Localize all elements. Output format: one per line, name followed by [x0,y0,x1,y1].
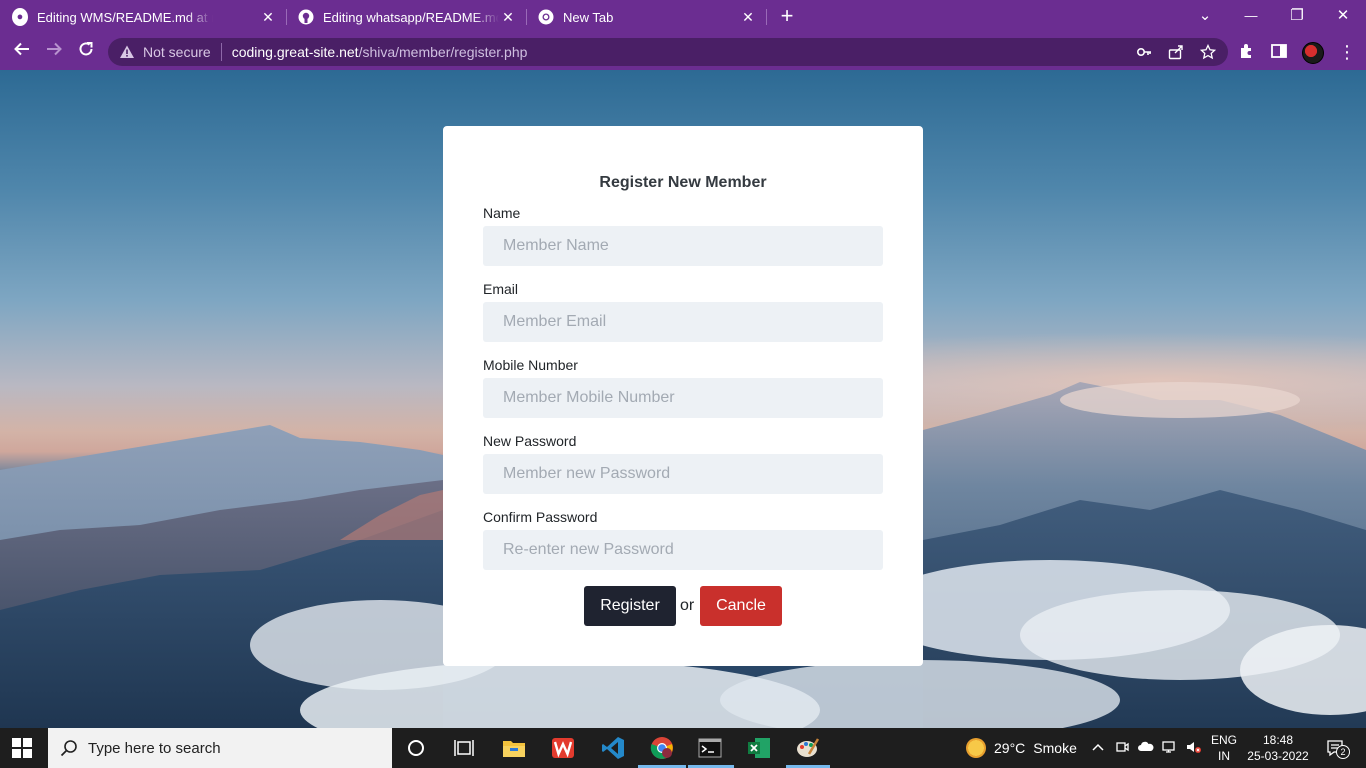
or-separator: or [680,597,695,614]
weather-condition: Smoke [1033,740,1077,756]
confirm-password-input[interactable] [483,530,883,570]
register-card: Register New Member Name Email Mobile Nu… [443,126,923,666]
tab-strip: ● Editing WMS/README.md at main ✕ Editin… [0,0,1366,34]
share-icon[interactable] [1168,44,1184,60]
paint-icon[interactable] [796,736,820,760]
profile-avatar[interactable] [1302,42,1324,64]
forward-arrow-icon [47,42,62,56]
search-placeholder: Type here to search [88,739,221,757]
onedrive-icon[interactable] [1138,740,1154,756]
region-code: IN [1218,749,1230,763]
clock-date: 25-03-2022 [1247,749,1309,763]
name-input[interactable] [483,226,883,266]
tab-wms-readme[interactable]: ● Editing WMS/README.md at main ✕ [0,0,286,34]
windows-taskbar: Type here to search 29°C Smoke ENG IN 18… [0,728,1366,768]
meet-now-icon[interactable] [1114,740,1130,756]
weather-widget[interactable]: 29°C Smoke [966,738,1077,758]
register-button[interactable]: Register [584,586,676,626]
reload-button[interactable] [74,40,98,64]
minimize-button[interactable]: — [1237,4,1265,28]
tab-search-button[interactable]: ⌄ [1191,4,1219,28]
tab-new-tab[interactable]: New Tab ✕ [526,0,766,34]
language-code: ENG [1210,733,1237,747]
notification-count: 2 [1336,745,1350,759]
side-panel-icon[interactable] [1270,42,1290,62]
restore-button[interactable]: ❐ [1283,4,1311,28]
close-tab-icon[interactable]: ✕ [260,9,276,25]
windows-start-icon[interactable] [12,738,34,758]
email-input[interactable] [483,302,883,342]
key-icon[interactable] [1136,44,1152,60]
notification-center-icon[interactable]: 2 [1324,738,1350,759]
network-icon[interactable] [1162,740,1178,756]
mobile-label: Mobile Number [483,357,578,373]
reload-icon [79,42,93,56]
close-window-button[interactable]: ✕ [1329,4,1357,28]
terminal-icon[interactable] [698,736,722,760]
chrome-icon [538,9,554,25]
tab-whatsapp-readme[interactable]: Editing whatsapp/README.md at main ✕ [286,0,526,34]
bookmark-star-icon[interactable] [1199,43,1217,60]
tab-divider [766,9,767,25]
github-icon: ● [12,8,28,26]
excel-icon[interactable] [747,736,771,760]
page-background: Register New Member Name Email Mobile Nu… [0,70,1366,728]
chrome-menu-button[interactable]: ⋮ [1338,40,1356,64]
close-tab-icon[interactable]: ✕ [500,9,516,25]
name-label: Name [483,205,521,221]
volume-muted-icon[interactable] [1186,740,1202,756]
language-indicator[interactable]: ENG IN [1206,732,1242,764]
back-arrow-icon [14,42,29,56]
back-button[interactable] [10,40,34,64]
warning-icon[interactable] [119,44,135,60]
tab-title: Editing whatsapp/README.md at main [323,9,499,25]
chrome-app-icon[interactable] [650,736,674,760]
address-divider [220,43,222,61]
taskbar-search[interactable]: Type here to search [48,728,392,768]
wps-office-icon[interactable] [551,736,575,760]
browser-toolbar: Not secure coding.great-site.net /shiva/… [0,34,1366,70]
new-password-label: New Password [483,433,577,449]
mobile-input[interactable] [483,378,883,418]
tab-title: Editing WMS/README.md at main [37,9,213,25]
email-label: Email [483,281,519,297]
form-title: Register New Member [599,174,767,191]
cancel-button[interactable]: Cancle [700,586,782,626]
security-status[interactable]: Not secure [143,44,211,60]
address-bar[interactable]: Not secure coding.great-site.net /shiva/… [108,38,1228,66]
extensions-icon[interactable] [1238,42,1258,62]
weather-temperature: 29°C [994,740,1026,756]
clock-time: 18:48 [1262,733,1294,747]
weather-sun-icon [966,738,986,758]
new-password-input[interactable] [483,454,883,494]
task-view-icon[interactable] [452,736,476,760]
forward-button[interactable] [42,40,66,64]
url-host: coding.great-site.net [231,44,359,60]
clock[interactable]: 18:48 25-03-2022 [1244,732,1312,764]
github-icon [298,9,314,25]
file-explorer-icon[interactable] [502,736,526,760]
cortana-icon[interactable] [404,736,428,760]
confirm-password-label: Confirm Password [483,509,598,525]
chevron-up-icon[interactable] [1090,740,1106,756]
tab-title: New Tab [563,9,614,25]
url-path: /shiva/member/register.php [358,44,528,60]
search-icon [60,740,77,757]
close-tab-icon[interactable]: ✕ [740,9,756,25]
new-tab-button[interactable]: + [776,5,798,27]
vscode-icon[interactable] [601,736,625,760]
